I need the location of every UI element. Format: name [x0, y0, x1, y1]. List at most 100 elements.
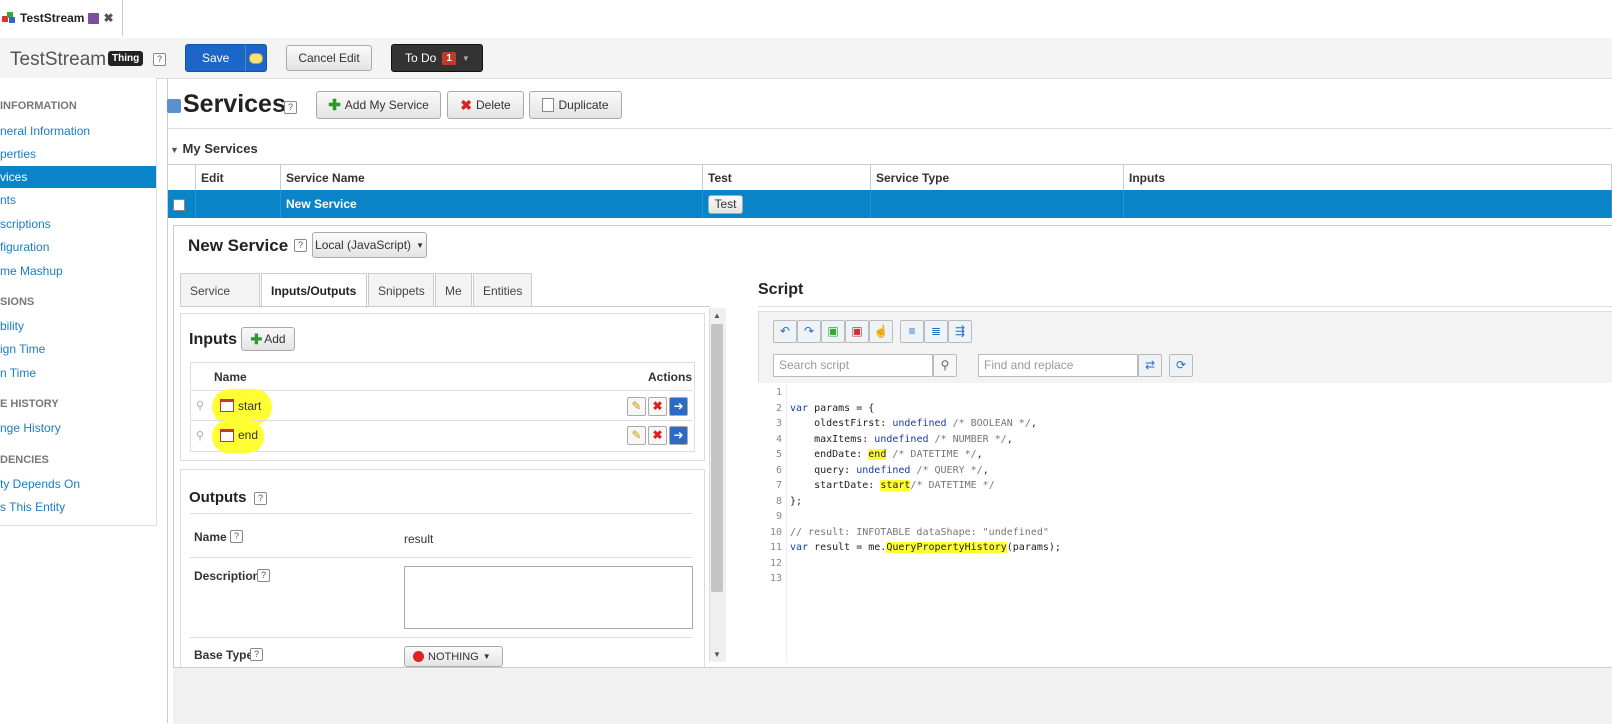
- scroll-down-icon[interactable]: ▼: [713, 650, 721, 659]
- align-icon[interactable]: ≡: [900, 320, 924, 343]
- sidebar-item-run-time[interactable]: n Time: [0, 362, 156, 384]
- plus-icon: ✚: [328, 97, 341, 114]
- sidebar-item-change-history[interactable]: nge History: [0, 417, 156, 439]
- line-number: 3: [775, 418, 782, 429]
- scrollbar-thumb[interactable]: [711, 324, 723, 592]
- code-line: };: [790, 496, 803, 507]
- delete-button[interactable]: ✖ Delete: [447, 91, 524, 119]
- line-number: 2: [775, 403, 782, 414]
- help-icon[interactable]: ?: [254, 492, 267, 505]
- code-line: oldestFirst: undefined /* BOOLEAN */,: [790, 418, 1037, 429]
- column-header-test: Test: [703, 164, 871, 190]
- line-number: 13: [769, 573, 782, 584]
- hand-icon[interactable]: ☝: [869, 320, 893, 343]
- line-number: 9: [775, 511, 782, 522]
- add-snippet-icon[interactable]: ▣: [821, 320, 845, 343]
- line-number: 11: [769, 542, 782, 553]
- input-row: ⚲: [190, 420, 693, 450]
- drag-handle-icon[interactable]: ⚲: [196, 429, 208, 442]
- sidebar-item-subscriptions[interactable]: scriptions: [0, 213, 156, 235]
- arrow-right-icon[interactable]: ➜: [669, 426, 688, 445]
- undo-icon[interactable]: ↶: [773, 320, 797, 343]
- remove-snippet-icon[interactable]: ▣: [845, 320, 869, 343]
- scroll-up-icon[interactable]: ▲: [713, 311, 721, 320]
- duplicate-button[interactable]: Duplicate: [529, 91, 622, 119]
- replace-icon[interactable]: ⇄: [1138, 354, 1162, 377]
- edit-icon[interactable]: ✎: [627, 397, 646, 416]
- find-replace-input[interactable]: Find and replace: [978, 354, 1138, 377]
- tab-service-info[interactable]: Service Info: [180, 273, 260, 332]
- wrap-icon[interactable]: ⇶: [948, 320, 972, 343]
- row-checkbox[interactable]: [173, 199, 185, 211]
- sidebar-item-general-information[interactable]: neral Information: [0, 120, 156, 142]
- sidebar-item-visibility[interactable]: bility: [0, 315, 156, 337]
- sidebar-item-properties[interactable]: perties: [0, 143, 156, 165]
- test-button[interactable]: Test: [708, 195, 743, 215]
- code-line: startDate: start/* DATETIME */: [790, 480, 995, 491]
- help-icon[interactable]: ?: [257, 569, 270, 582]
- help-icon[interactable]: ?: [284, 101, 297, 114]
- arrow-right-icon[interactable]: ➜: [669, 397, 688, 416]
- service-type-select[interactable]: Local (JavaScript) ▼: [312, 232, 427, 258]
- sidebar-item-design-time[interactable]: ign Time: [0, 338, 156, 360]
- tab-snippets[interactable]: Snippets: [368, 273, 434, 307]
- output-description-field[interactable]: [404, 566, 693, 629]
- replace-all-icon[interactable]: ⟳: [1169, 354, 1193, 377]
- tab-entities[interactable]: Entities: [473, 273, 532, 307]
- tab-me[interactable]: Me: [435, 273, 472, 307]
- add-my-service-button[interactable]: ✚ Add My Service: [316, 91, 441, 119]
- cancel-edit-button[interactable]: Cancel Edit: [286, 45, 372, 71]
- redo-icon[interactable]: ↷: [797, 320, 821, 343]
- tab-divider: [180, 306, 710, 307]
- comment-icon[interactable]: [245, 45, 266, 71]
- input-name-start[interactable]: start: [238, 399, 261, 413]
- save-icon[interactable]: [88, 12, 100, 24]
- column-header-select: [168, 164, 196, 190]
- tab-teststream[interactable]: TestStream ✖: [0, 0, 123, 36]
- delete-icon[interactable]: ✖: [648, 397, 667, 416]
- close-icon[interactable]: ✖: [103, 11, 113, 25]
- sidebar-section-dependencies: DENCIES: [0, 454, 49, 466]
- help-icon[interactable]: ?: [250, 648, 263, 661]
- service-editor-title: New Service: [188, 236, 289, 255]
- base-type-select[interactable]: NOTHING ▼: [404, 646, 503, 667]
- sidebar: INFORMATION neral Information perties vi…: [0, 78, 157, 526]
- format-icon[interactable]: ≣: [924, 320, 948, 343]
- bottom-panel: [173, 667, 1612, 724]
- divider: [190, 513, 693, 514]
- output-base-type-label: Base Type: [194, 648, 254, 662]
- help-icon[interactable]: ?: [153, 53, 166, 66]
- page-title: Services: [183, 90, 286, 118]
- code-line: maxItems: undefined /* NUMBER */,: [790, 434, 1013, 445]
- column-header-edit: Edit: [196, 164, 281, 190]
- sidebar-item-uses-this-entity[interactable]: s This Entity: [0, 496, 156, 518]
- save-button[interactable]: Save: [185, 44, 267, 72]
- input-name-end[interactable]: end: [238, 428, 258, 442]
- drag-handle-icon[interactable]: ⚲: [196, 399, 208, 412]
- divider: [190, 557, 693, 558]
- sidebar-item-entity-depends-on[interactable]: ty Depends On: [0, 473, 156, 495]
- help-icon[interactable]: ?: [230, 530, 243, 543]
- edit-icon[interactable]: ✎: [627, 426, 646, 445]
- sidebar-item-events[interactable]: nts: [0, 189, 156, 211]
- help-icon[interactable]: ?: [294, 239, 307, 252]
- delete-icon[interactable]: ✖: [648, 426, 667, 445]
- todo-button[interactable]: To Do 1 ▼: [391, 44, 483, 72]
- thing-badge: Thing: [108, 51, 144, 66]
- add-input-button[interactable]: ✚ Add: [241, 327, 295, 351]
- tab-inputs-outputs[interactable]: Inputs/Outputs: [261, 273, 367, 308]
- sidebar-item-home-mashup[interactable]: me Mashup: [0, 260, 156, 282]
- tab-title: TestStream: [20, 11, 85, 25]
- table-cell-service-name[interactable]: New Service: [281, 190, 703, 218]
- table-row-select[interactable]: [168, 190, 196, 218]
- tab-bar: [0, 0, 1612, 39]
- sidebar-item-configuration[interactable]: figuration: [0, 236, 156, 258]
- table-cell-inputs: [1124, 190, 1612, 218]
- search-script-input[interactable]: Search script: [773, 354, 933, 377]
- chevron-down-icon: ▼: [482, 652, 491, 661]
- collapse-icon: ▼: [170, 145, 179, 155]
- sidebar-item-services[interactable]: vices: [0, 166, 156, 188]
- code-line: // result: INFOTABLE dataShape: "undefin…: [790, 527, 1049, 538]
- my-services-toggle[interactable]: ▼ My Services: [170, 141, 258, 156]
- search-icon[interactable]: ⚲: [933, 354, 957, 377]
